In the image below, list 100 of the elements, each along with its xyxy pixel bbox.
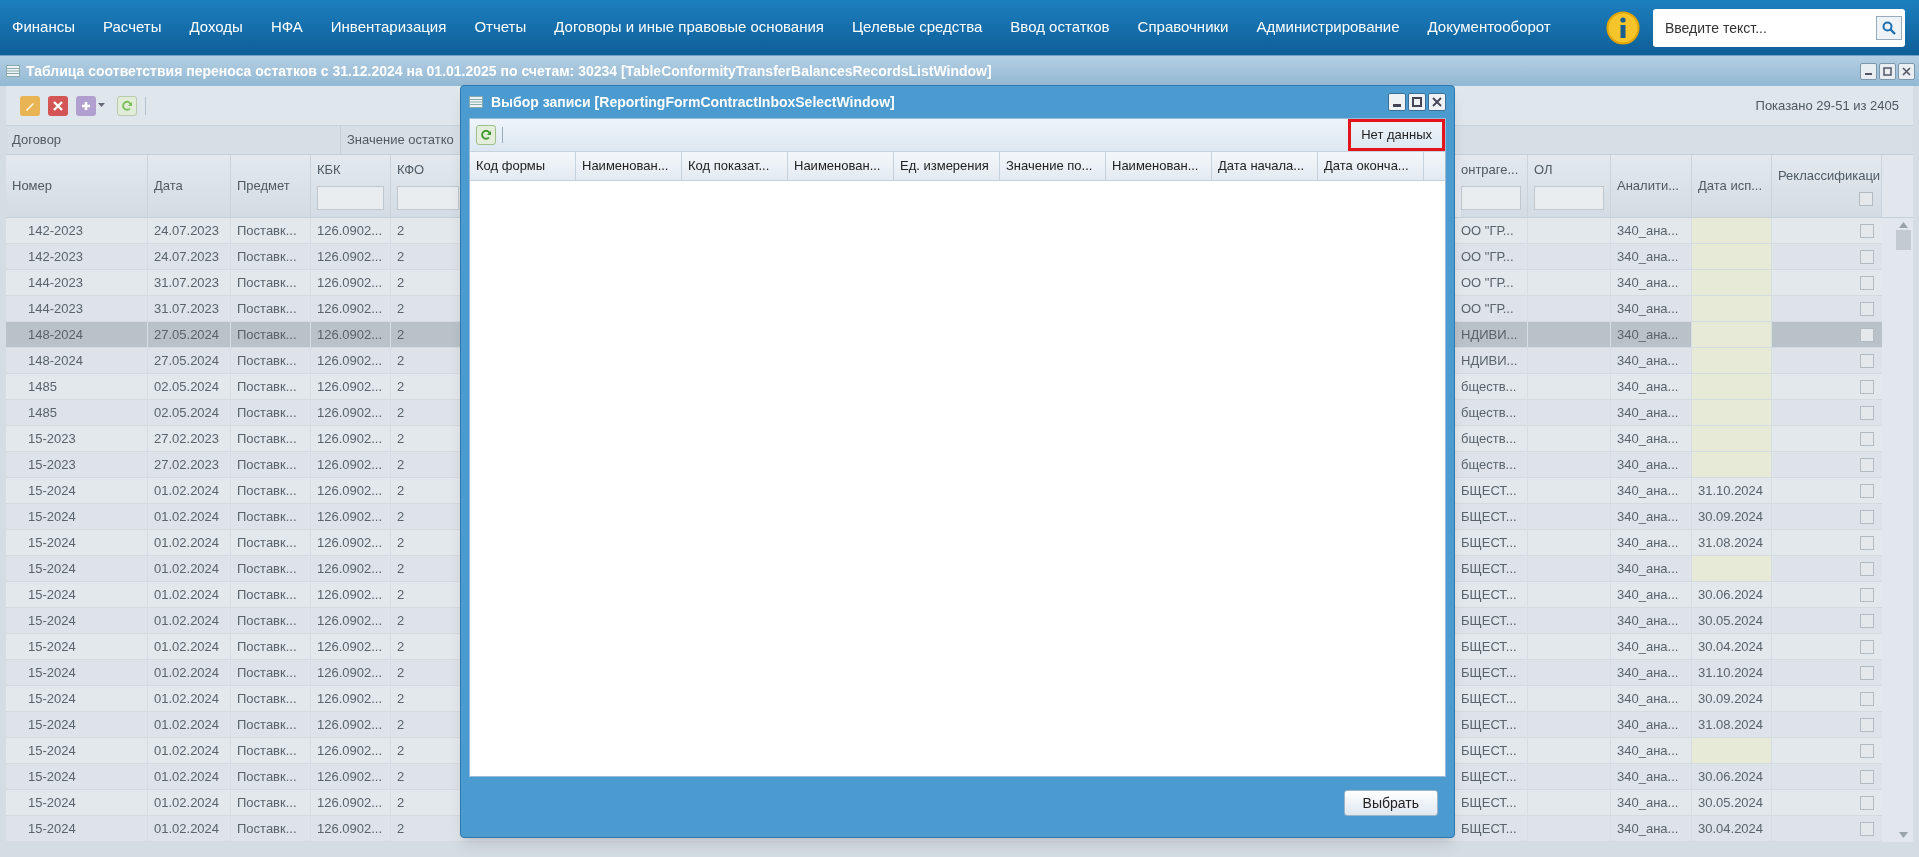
table-cell-text: 2 — [397, 585, 405, 604]
table-cell-text: 2 — [397, 429, 405, 448]
menu-item[interactable]: Справочники — [1137, 16, 1229, 39]
table-cell-text: 15-2023 — [28, 429, 76, 448]
close-button[interactable] — [1898, 62, 1915, 80]
table-cell-text: 340_ана... — [1617, 585, 1679, 604]
checkbox[interactable] — [1860, 509, 1874, 524]
table-cell-text: Поставк... — [237, 325, 297, 344]
scroll-down-icon[interactable] — [1899, 832, 1908, 838]
column-group-header: Значение остатко — [346, 131, 455, 150]
checkbox[interactable] — [1860, 275, 1874, 290]
filter-field[interactable] — [1534, 185, 1604, 210]
maximize-icon — [1883, 66, 1892, 76]
table-cell-text: 2 — [397, 819, 405, 838]
table-cell-text: 340_ана... — [1617, 663, 1679, 682]
search-field[interactable]: Введите текст... — [1653, 8, 1873, 47]
column-header[interactable]: Наименован... — [788, 152, 894, 180]
table-cell-text: 01.02.2024 — [154, 741, 220, 760]
checkbox[interactable] — [1860, 535, 1874, 550]
table-cell-text: 2 — [397, 325, 405, 344]
column-header[interactable]: Наименован... — [1106, 152, 1212, 180]
filter-field[interactable] — [317, 185, 384, 210]
scrollbar-thumb[interactable] — [1896, 230, 1911, 250]
column-header[interactable]: Наименован... — [576, 152, 682, 180]
checkbox[interactable] — [1860, 223, 1874, 238]
table-cell-text: 2 — [397, 455, 405, 474]
checkbox[interactable] — [1860, 639, 1874, 654]
menu-item[interactable]: Договоры и иные правовые основания — [554, 16, 824, 39]
menu-item[interactable]: Ввод остатков — [1010, 16, 1110, 39]
refresh-button[interactable] — [476, 125, 496, 145]
edit-button[interactable] — [20, 95, 40, 116]
checkbox[interactable] — [1860, 249, 1874, 264]
filter-field[interactable] — [397, 185, 459, 210]
checkbox[interactable] — [1860, 431, 1874, 446]
checkbox[interactable] — [1860, 561, 1874, 576]
checkbox[interactable] — [1860, 483, 1874, 498]
table-cell-text: 15-2024 — [28, 819, 76, 838]
delete-button[interactable] — [48, 95, 68, 116]
table-cell-text: 340_ана... — [1617, 507, 1679, 526]
column-header[interactable]: Дата оконча... — [1318, 152, 1424, 180]
close-button[interactable] — [1428, 93, 1446, 111]
maximize-button[interactable] — [1879, 62, 1896, 80]
table-cell-text: 2 — [397, 481, 405, 500]
column-header[interactable]: Код формы — [470, 152, 576, 180]
table-cell-text: 126.0902... — [317, 637, 383, 656]
menu-item[interactable]: НФА — [270, 16, 303, 39]
menu-item[interactable]: Отчеты — [474, 16, 527, 39]
filter-field[interactable] — [1461, 185, 1521, 210]
checkbox[interactable] — [1860, 379, 1874, 394]
checkbox[interactable] — [1860, 821, 1874, 836]
search-button[interactable] — [1873, 8, 1905, 47]
select-button[interactable]: Выбрать — [1343, 790, 1438, 816]
table-cell-text: БЩЕСТ... — [1461, 585, 1517, 604]
menu-item[interactable]: Инвентаризация — [330, 16, 447, 39]
column-header[interactable]: Ед. измерения — [894, 152, 1000, 180]
checkbox[interactable] — [1860, 457, 1874, 472]
menu-item[interactable]: Администрирование — [1256, 16, 1400, 39]
table-cell-text: 340_ана... — [1617, 221, 1679, 240]
menu-item[interactable]: Целевые средства — [851, 16, 983, 39]
scroll-up-icon[interactable] — [1899, 222, 1908, 228]
checkbox[interactable] — [1860, 301, 1874, 316]
menu-item[interactable]: Расчеты — [103, 16, 162, 39]
column-header[interactable]: Код показат... — [682, 152, 788, 180]
table-icon — [6, 65, 20, 77]
table-cell-text: 15-2024 — [28, 559, 76, 578]
table-cell-text: 126.0902... — [317, 689, 383, 708]
checkbox[interactable] — [1860, 691, 1874, 706]
minimize-button[interactable] — [1388, 93, 1406, 111]
checkbox[interactable] — [1860, 665, 1874, 680]
checkbox[interactable] — [1859, 191, 1873, 206]
checkbox[interactable] — [1860, 769, 1874, 784]
table-cell-text: бществ... — [1461, 429, 1517, 448]
table-cell-text: 31.10.2024 — [1698, 663, 1764, 682]
checkbox[interactable] — [1860, 613, 1874, 628]
table-cell-text: 126.0902... — [317, 611, 383, 630]
checkbox[interactable] — [1860, 353, 1874, 368]
checkbox[interactable] — [1860, 795, 1874, 810]
menu-item[interactable]: Доходы — [189, 16, 243, 39]
refresh-button[interactable] — [117, 95, 137, 116]
table-cell-text: 126.0902... — [317, 273, 383, 292]
search-icon — [1876, 15, 1902, 40]
table-cell-text: Поставк... — [237, 663, 297, 682]
minimize-button[interactable] — [1860, 62, 1877, 80]
checkbox[interactable] — [1860, 743, 1874, 758]
table-cell-text: 340_ана... — [1617, 637, 1679, 656]
checkbox[interactable] — [1860, 717, 1874, 732]
maximize-button[interactable] — [1408, 93, 1426, 111]
table-cell-text: Поставк... — [237, 533, 297, 552]
table-cell-text: 340_ана... — [1617, 741, 1679, 760]
menu-item[interactable]: Финансы — [12, 16, 75, 39]
checkbox[interactable] — [1860, 405, 1874, 420]
menu-item[interactable]: Документооборот — [1427, 16, 1551, 39]
table-cell-text: 2 — [397, 273, 405, 292]
column-header[interactable]: Дата начала... — [1212, 152, 1318, 180]
table-cell-text: 340_ана... — [1617, 559, 1679, 578]
column-header[interactable]: Значение по... — [1000, 152, 1106, 180]
checkbox[interactable] — [1860, 327, 1874, 342]
checkbox[interactable] — [1860, 587, 1874, 602]
add-menu-button[interactable] — [76, 95, 105, 116]
table-cell-text: 144-2023 — [28, 299, 83, 318]
